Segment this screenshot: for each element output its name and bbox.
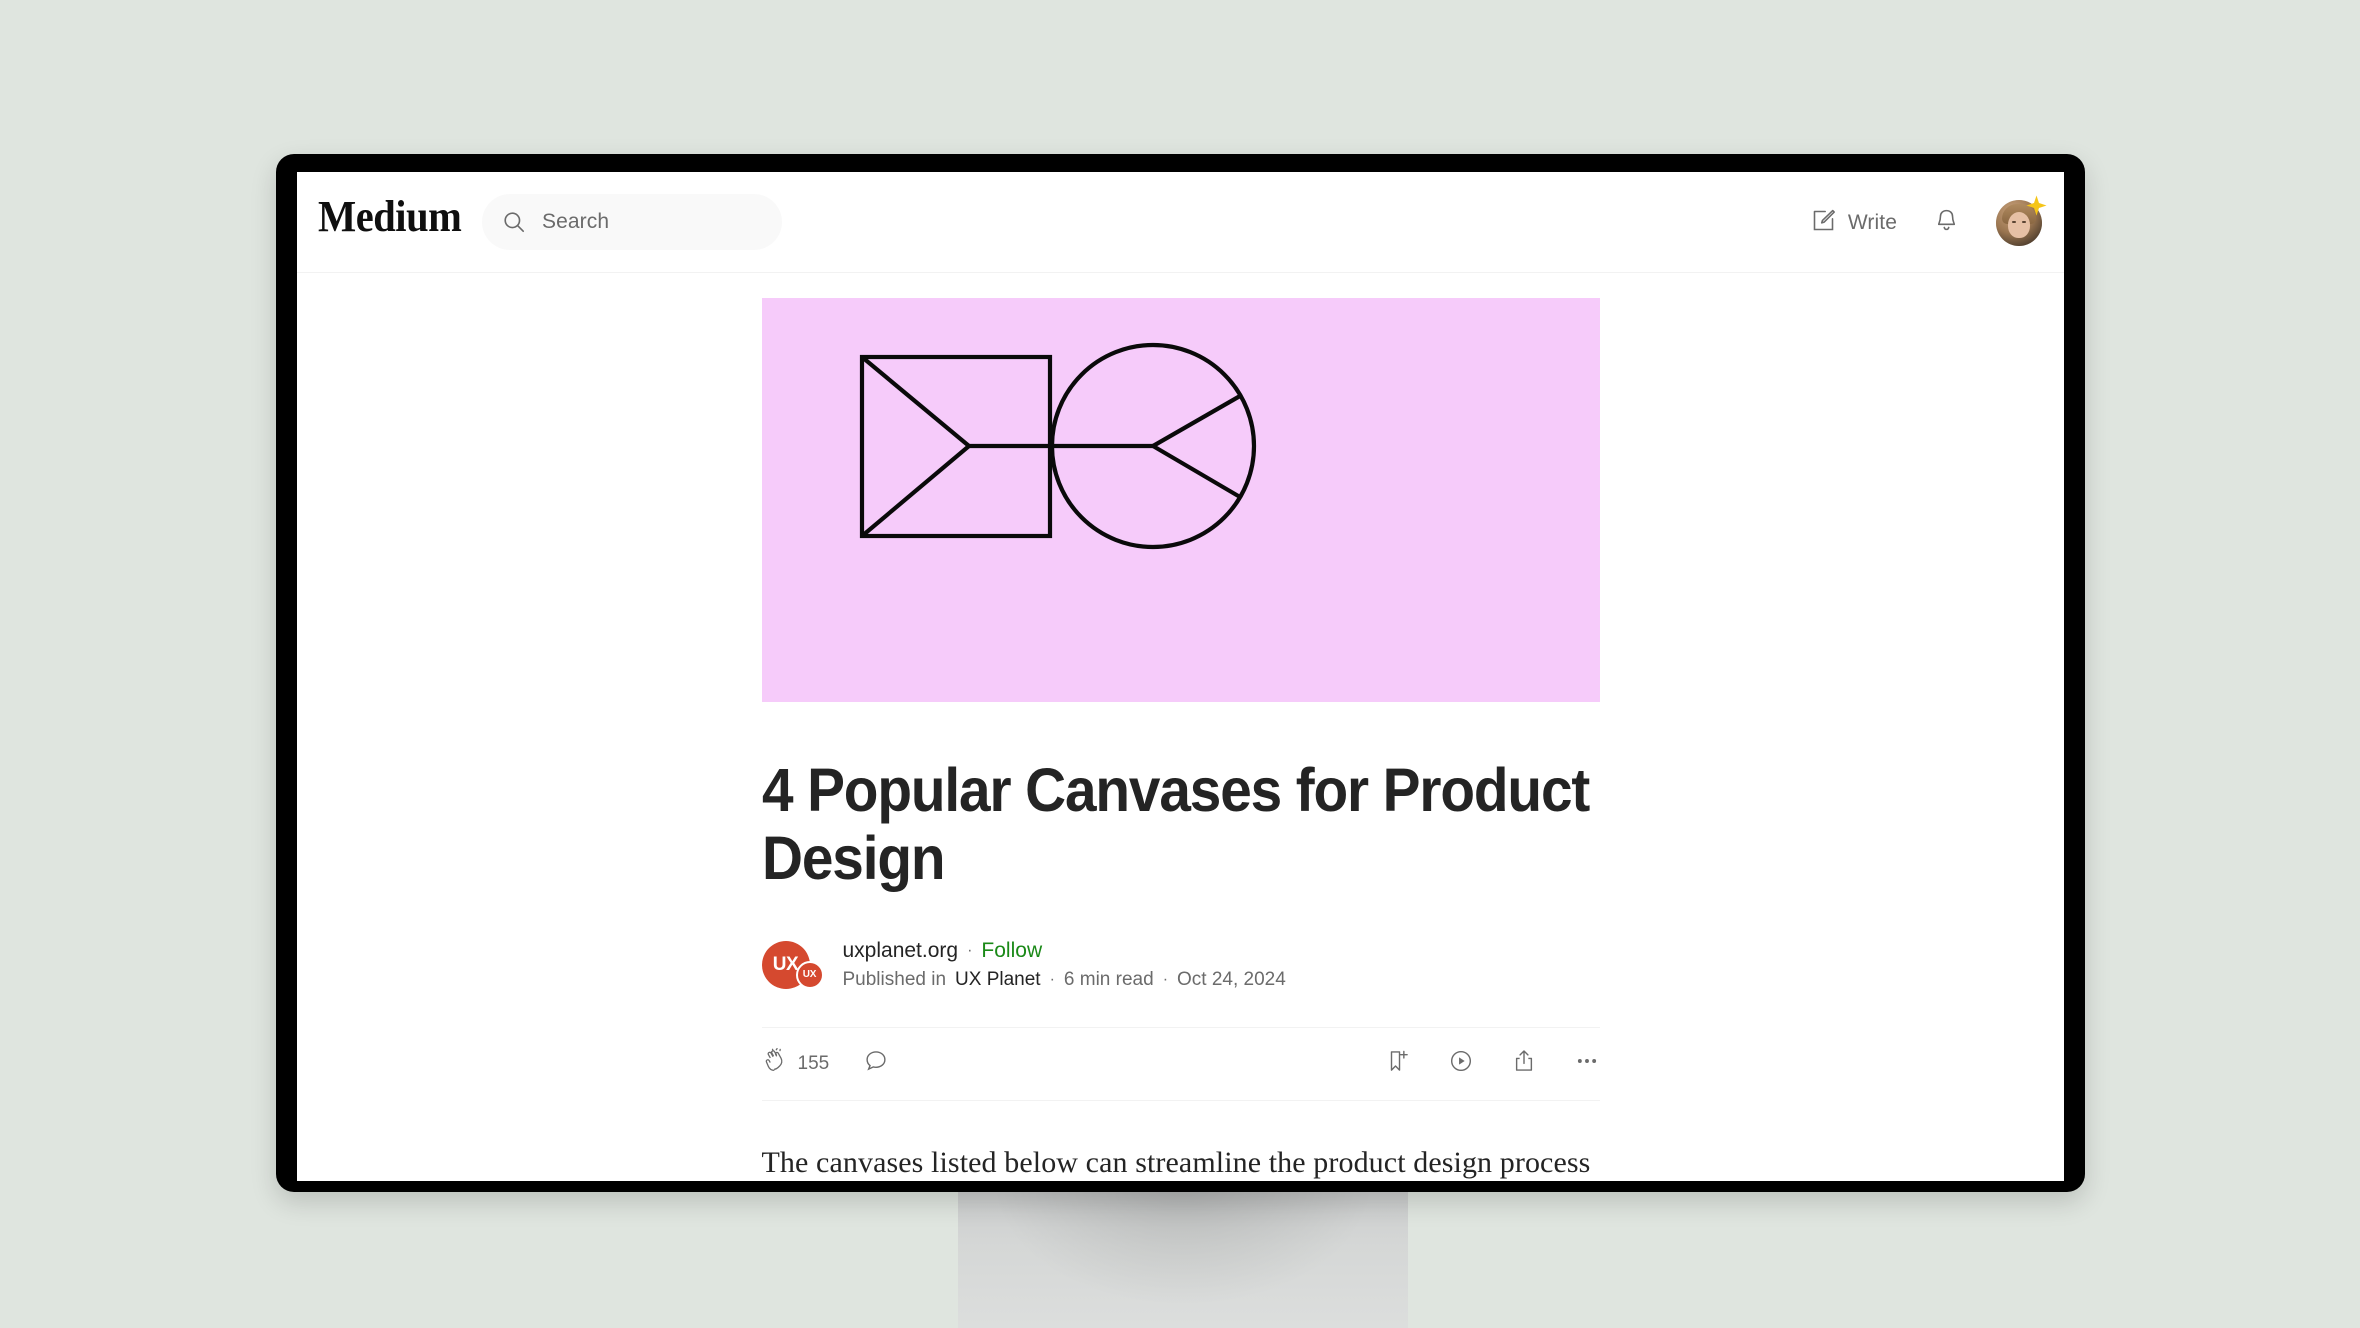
write-label: Write: [1847, 210, 1897, 234]
search-input[interactable]: Search: [482, 194, 782, 250]
medium-logo[interactable]: Medium: [318, 195, 462, 239]
more-options-button[interactable]: [1574, 1048, 1600, 1079]
article: 4 Popular Canvases for Product Design UX…: [761, 273, 1600, 1181]
share-button[interactable]: [1511, 1048, 1537, 1079]
read-time: 6 min read: [1063, 968, 1154, 990]
byline-separator-2: ·: [1049, 970, 1055, 988]
hero-illustration: [859, 342, 1256, 550]
clap-icon: [762, 1048, 788, 1079]
user-avatar[interactable]: [1996, 194, 2047, 246]
comment-icon: [863, 1048, 889, 1079]
byline-text: uxplanet.org · Follow Published in UX Pl…: [843, 939, 1286, 991]
follow-button[interactable]: Follow: [981, 939, 1042, 963]
bell-icon: [1933, 207, 1960, 239]
clap-count: 155: [797, 1052, 830, 1074]
screen: Medium Search Write 4 Popular Canvases f…: [297, 172, 2064, 1181]
share-icon: [1511, 1048, 1537, 1079]
article-scroll-area[interactable]: 4 Popular Canvases for Product Design UX…: [297, 273, 2064, 1181]
ellipsis-icon: [1574, 1048, 1600, 1079]
engagement-left-group: 155: [762, 1048, 890, 1079]
byline: UX UX uxplanet.org · Follow Published in…: [761, 939, 1600, 991]
write-pencil-square-icon: [1810, 207, 1837, 239]
publication-avatar[interactable]: UX UX: [761, 940, 824, 989]
publication-avatar-small: UX: [795, 960, 824, 989]
engagement-right-group: [1385, 1048, 1600, 1079]
article-first-paragraph: The canvases listed below can streamline…: [761, 1145, 1591, 1179]
author-name[interactable]: uxplanet.org: [843, 939, 959, 963]
monitor-stand-shadow: [958, 1180, 1408, 1328]
engagement-bar: 155: [761, 1026, 1600, 1101]
byline-meta-row: Published in UX Planet · 6 min read · Oc…: [843, 969, 1286, 991]
byline-separator-3: ·: [1162, 970, 1169, 988]
medium-navbar: Medium Search Write: [297, 172, 2064, 273]
byline-separator-1: ·: [967, 941, 973, 959]
sparkle-star-icon: [2025, 194, 2048, 217]
search-icon: [501, 209, 527, 235]
byline-author-row: uxplanet.org · Follow: [843, 939, 1286, 963]
navbar-actions: Write: [1810, 172, 2047, 273]
publication-name[interactable]: UX Planet: [955, 969, 1041, 991]
play-circle-icon: [1448, 1048, 1474, 1079]
search-placeholder: Search: [542, 210, 610, 233]
bookmark-plus-icon: [1385, 1048, 1411, 1079]
write-button[interactable]: Write: [1810, 207, 1897, 239]
notifications-button[interactable]: [1933, 207, 1960, 239]
listen-button[interactable]: [1448, 1048, 1474, 1079]
bookmark-button[interactable]: [1385, 1048, 1411, 1079]
publish-date: Oct 24, 2024: [1177, 968, 1286, 990]
hero-image: [761, 298, 1600, 702]
comment-button[interactable]: [863, 1048, 889, 1079]
clap-button[interactable]: 155: [762, 1048, 830, 1079]
published-in-label: Published in: [842, 968, 947, 990]
article-title: 4 Popular Canvases for Product Design: [761, 756, 1590, 893]
